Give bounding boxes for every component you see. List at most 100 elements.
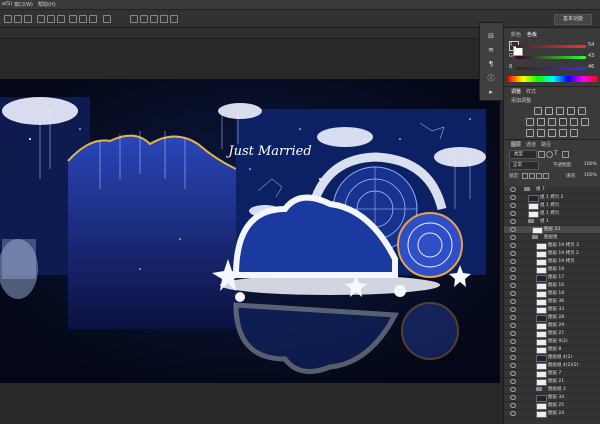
hue-saturation-icon[interactable]: [526, 118, 534, 126]
3d-scale-icon[interactable]: [170, 15, 178, 23]
tab-adjustments[interactable]: 调整: [511, 88, 521, 95]
vibrance-icon[interactable]: [578, 107, 586, 115]
lock-position-icon[interactable]: [536, 173, 542, 179]
distribute-hcenter-icon[interactable]: [79, 15, 87, 23]
opacity-value[interactable]: 100%: [584, 162, 597, 167]
layer-row[interactable]: 图层 9(2): [504, 338, 600, 346]
layer-row[interactable]: 图层 19 拷贝: [504, 258, 600, 266]
layer-row[interactable]: 图层 19 拷贝 2: [504, 250, 600, 258]
red-value[interactable]: 54: [588, 42, 594, 48]
layer-row[interactable]: 组 1 拷贝 2: [504, 194, 600, 202]
visibility-eye-icon[interactable]: [510, 379, 516, 384]
auto-align-icon[interactable]: [103, 15, 111, 23]
visibility-eye-icon[interactable]: [510, 347, 516, 352]
visibility-eye-icon[interactable]: [510, 395, 516, 400]
tab-color[interactable]: 颜色: [511, 31, 521, 38]
visibility-eye-icon[interactable]: [510, 323, 516, 328]
selective-color-icon[interactable]: [570, 129, 578, 137]
distribute-middle-icon[interactable]: [47, 15, 55, 23]
visibility-eye-icon[interactable]: [510, 211, 516, 216]
black-white-icon[interactable]: [548, 118, 556, 126]
tab-styles[interactable]: 样式: [526, 88, 536, 95]
layer-row[interactable]: 图层 7: [504, 370, 600, 378]
exposure-icon[interactable]: [567, 107, 575, 115]
layer-row[interactable]: 图层 19 拷贝 3: [504, 242, 600, 250]
distribute-left-icon[interactable]: [69, 15, 77, 23]
distribute-bottom-icon[interactable]: [57, 15, 65, 23]
layer-group-row[interactable]: 组 7: [504, 186, 600, 194]
visibility-eye-icon[interactable]: [510, 275, 516, 280]
layer-row[interactable]: 图层 16: [504, 282, 600, 290]
layer-row[interactable]: 图层 23: [504, 226, 600, 234]
layer-kind-filter[interactable]: 类型: [509, 150, 537, 159]
levels-icon[interactable]: [545, 107, 553, 115]
visibility-eye-icon[interactable]: [510, 243, 516, 248]
blue-value[interactable]: 46: [588, 64, 594, 70]
visibility-eye-icon[interactable]: [510, 339, 516, 344]
layer-row[interactable]: 图层 17: [504, 274, 600, 282]
green-value[interactable]: 43: [588, 53, 594, 59]
layer-row[interactable]: 图层 34: [504, 394, 600, 402]
shape-filter-icon[interactable]: [562, 151, 569, 158]
3d-roll-icon[interactable]: [140, 15, 148, 23]
visibility-eye-icon[interactable]: [510, 187, 516, 192]
brush-preset-icon[interactable]: ≋: [485, 45, 497, 56]
invert-icon[interactable]: [526, 129, 534, 137]
brightness-contrast-icon[interactable]: [534, 107, 542, 115]
layer-row[interactable]: 图层 8: [504, 346, 600, 354]
blue-slider[interactable]: [516, 67, 586, 70]
distribute-right-icon[interactable]: [89, 15, 97, 23]
menu-window[interactable]: 窗口(W): [14, 1, 33, 8]
align-center-icon[interactable]: [14, 15, 22, 23]
curves-icon[interactable]: [556, 107, 564, 115]
lock-transparent-icon[interactable]: [522, 173, 528, 179]
type-filter-icon[interactable]: T: [554, 150, 558, 157]
menu-select[interactable]: a(S): [2, 1, 12, 7]
tab-channels[interactable]: 通道: [526, 141, 536, 148]
visibility-eye-icon[interactable]: [510, 315, 516, 320]
green-slider[interactable]: [516, 56, 586, 59]
tab-swatches[interactable]: 色板: [527, 31, 537, 38]
color-balance-icon[interactable]: [537, 118, 545, 126]
channel-mixer-icon[interactable]: [570, 118, 578, 126]
visibility-eye-icon[interactable]: [510, 195, 516, 200]
align-left-icon[interactable]: [4, 15, 12, 23]
visibility-eye-icon[interactable]: [510, 371, 516, 376]
layer-row[interactable]: 图层 25: [504, 402, 600, 410]
layer-row[interactable]: 图层 33: [504, 306, 600, 314]
info-icon[interactable]: ⓘ: [485, 73, 497, 84]
document-canvas[interactable]: Just Married: [0, 79, 500, 383]
visibility-eye-icon[interactable]: [510, 235, 516, 240]
layer-group-row[interactable]: 图层组 3: [504, 386, 600, 394]
visibility-eye-icon[interactable]: [510, 283, 516, 288]
layer-group-row[interactable]: 组 1: [504, 218, 600, 226]
layer-row[interactable]: 图层 21: [504, 378, 600, 386]
red-slider[interactable]: [516, 45, 586, 48]
tab-layers[interactable]: 图层: [511, 141, 521, 148]
history-icon[interactable]: ⊟: [485, 31, 497, 42]
character-icon[interactable]: ¶: [485, 59, 497, 70]
layer-row[interactable]: 图层组 4(2): [504, 354, 600, 362]
layer-row[interactable]: 组 1 拷贝: [504, 202, 600, 210]
layer-row[interactable]: 图层 18: [504, 290, 600, 298]
layer-row[interactable]: 图层 24: [504, 410, 600, 418]
visibility-eye-icon[interactable]: [510, 387, 516, 392]
visibility-eye-icon[interactable]: [510, 227, 516, 232]
adjust-filter-icon[interactable]: [546, 151, 553, 158]
visibility-eye-icon[interactable]: [510, 267, 516, 272]
layer-row[interactable]: 图层 29: [504, 322, 600, 330]
3d-slide-icon[interactable]: [160, 15, 168, 23]
visibility-eye-icon[interactable]: [510, 363, 516, 368]
distribute-top-icon[interactable]: [37, 15, 45, 23]
align-right-icon[interactable]: [24, 15, 32, 23]
color-spectrum[interactable]: [508, 76, 598, 82]
visibility-eye-icon[interactable]: [510, 203, 516, 208]
pixel-filter-icon[interactable]: [538, 151, 545, 158]
layer-row[interactable]: 组 1 拷贝: [504, 210, 600, 218]
visibility-eye-icon[interactable]: [510, 291, 516, 296]
visibility-eye-icon[interactable]: [510, 219, 516, 224]
layer-group-row[interactable]: 图层组: [504, 234, 600, 242]
visibility-eye-icon[interactable]: [510, 403, 516, 408]
visibility-eye-icon[interactable]: [510, 355, 516, 360]
lock-all-icon[interactable]: [543, 173, 549, 179]
